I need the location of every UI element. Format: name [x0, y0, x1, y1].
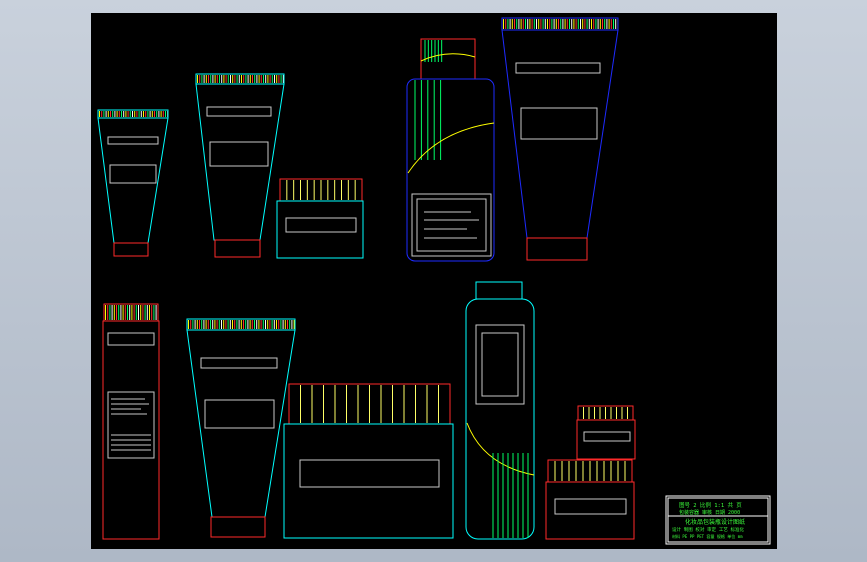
tube-label — [520, 107, 598, 140]
bottle-cap-outline — [420, 38, 476, 80]
slim-bottle-bottom-left — [102, 303, 160, 540]
tube-medium-bottom — [186, 318, 296, 538]
tube-crimp-top — [188, 320, 295, 329]
bottle-label-inner — [416, 198, 487, 252]
jar-body-outline — [283, 423, 454, 539]
tube-medium-top — [195, 73, 285, 258]
slim-body-outline — [102, 320, 160, 540]
title-block: 图号 2 比例 1:1 共 页 包装容器 审核 日期 2000 化妆品包装瓶设计… — [665, 495, 771, 545]
title-block-line-2: 包装容器 审核 日期 2000 — [679, 509, 740, 516]
bottle-label-outer — [475, 324, 525, 405]
tube-crimp-top — [99, 111, 169, 117]
tube-label — [107, 136, 159, 145]
tube-small-top-left — [97, 109, 169, 257]
bottle-label-inner — [481, 332, 519, 397]
slim-cap-stripes — [105, 305, 157, 320]
tube-crimp-top — [197, 75, 284, 83]
bottle-neck-outline — [475, 281, 523, 300]
jar-large-bottom — [283, 383, 454, 539]
crimp-band-outline — [195, 73, 285, 85]
jar-body-outline — [576, 419, 636, 460]
slim-label — [107, 332, 155, 346]
tube-label — [204, 399, 275, 429]
bottle-body-stripes — [492, 453, 529, 538]
tube-body-outline — [501, 29, 619, 239]
jar-mini-upper — [576, 405, 636, 460]
bottle-rounded-bottom — [465, 281, 535, 540]
bottle-label-outer — [411, 193, 492, 257]
bottle-body-stripes — [414, 80, 442, 160]
jar-small-top — [276, 178, 364, 259]
jar-body-outline — [545, 481, 635, 540]
tube-crimp-top — [503, 19, 619, 29]
tube-cap — [526, 237, 588, 261]
jar-lid-stripes — [286, 180, 356, 200]
title-block-line-3: 化妆品包装瓶设计图纸 — [685, 518, 745, 526]
tube-label — [515, 62, 601, 74]
tube-cap — [113, 242, 149, 257]
bottle-accent-curve — [466, 422, 535, 476]
jar-body-outline — [276, 200, 364, 259]
tube-label — [200, 357, 278, 369]
jar-lid-stripes — [583, 407, 628, 419]
slim-label-panel — [107, 391, 155, 459]
cosmetic-packaging-drawing: 图号 2 比例 1:1 共 页 包装容器 审核 日期 2000 化妆品包装瓶设计… — [97, 17, 771, 545]
jar-small-lower — [545, 459, 635, 540]
tube-label — [206, 106, 272, 117]
jar-label — [299, 459, 440, 488]
tube-large-top-right — [501, 17, 619, 261]
bottle-cap-curve — [420, 53, 476, 62]
title-block-line-4: 设计 制图 校对 审定 工艺 标准化 — [672, 526, 745, 533]
jar-label — [583, 431, 631, 442]
bottle-body-outline — [406, 78, 495, 262]
bottle-tall-top-center — [406, 38, 495, 262]
tube-cap — [214, 239, 261, 258]
title-block-line-1: 图号 2 比例 1:1 共 页 — [679, 501, 742, 509]
jar-lid-stripes — [554, 461, 626, 481]
jar-lid-stripes — [300, 385, 439, 423]
jar-label — [285, 217, 357, 233]
tube-label — [209, 141, 269, 167]
title-block-line-5: 材料 PE PP PET 容量 规格 单位 mm — [672, 533, 743, 539]
tube-label — [109, 164, 157, 184]
cad-drawing-canvas[interactable]: 图号 2 比例 1:1 共 页 包装容器 审核 日期 2000 化妆品包装瓶设计… — [91, 13, 777, 549]
tube-cap — [210, 516, 266, 538]
jar-label — [554, 498, 627, 515]
